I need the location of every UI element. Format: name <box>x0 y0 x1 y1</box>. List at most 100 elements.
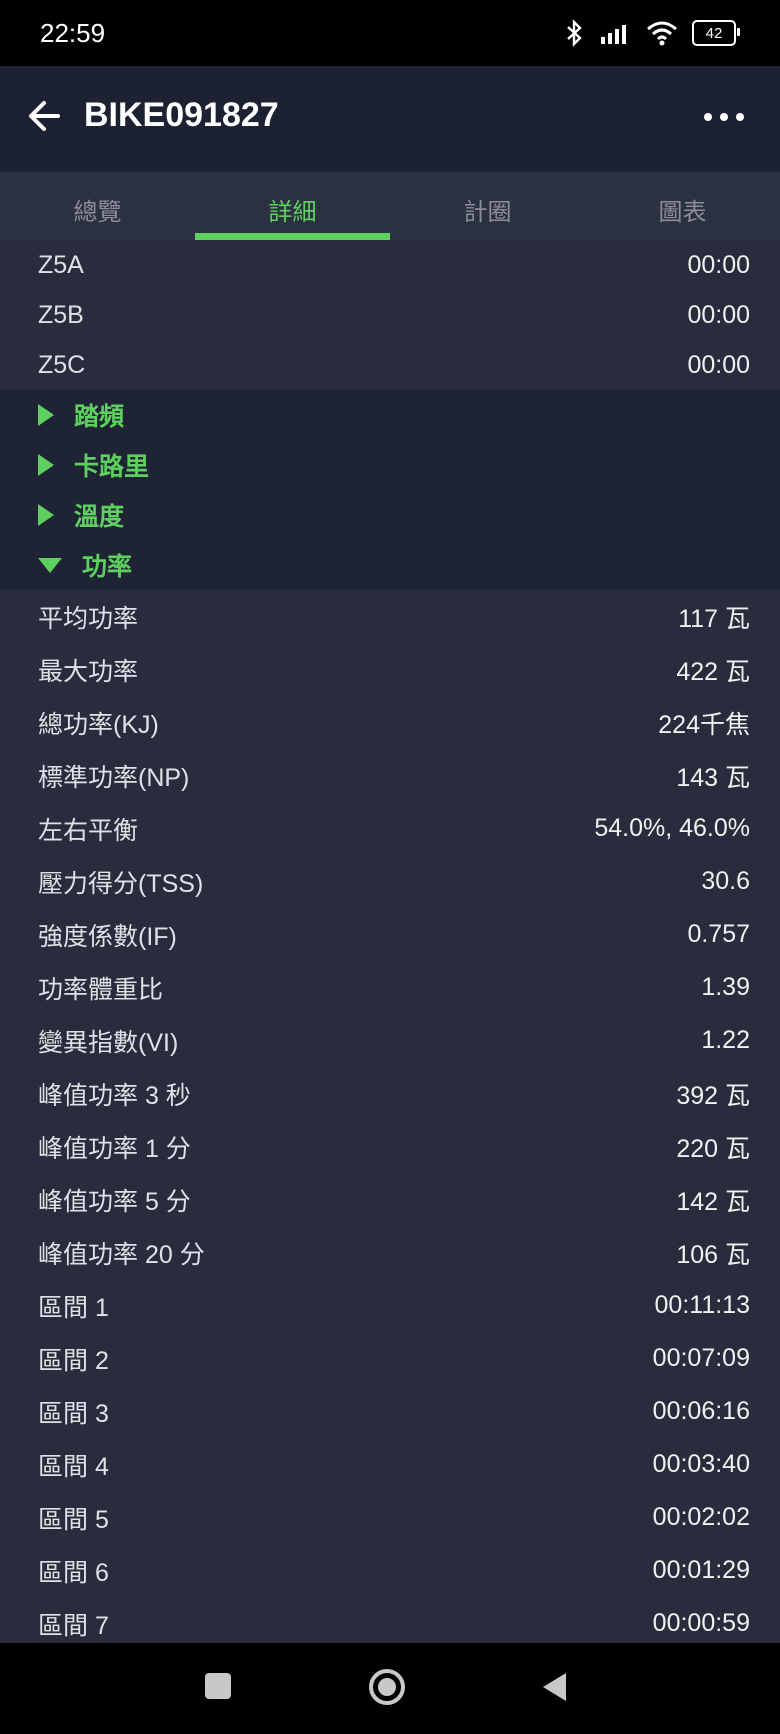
metric-value: 00:07:09 <box>652 1344 750 1372</box>
list-item: 總功率(KJ) 224千焦 <box>0 696 780 749</box>
status-time: 22:59 <box>40 18 106 48</box>
metric-label: 峰值功率 1 分 <box>38 1134 191 1163</box>
metric-value: 30.6 <box>701 867 750 895</box>
metric-label: 峰值功率 3 秒 <box>38 1081 191 1110</box>
metric-label: 功率體重比 <box>38 975 164 1004</box>
zone-value: 00:00 <box>687 250 750 279</box>
status-bar: 22:59 42 <box>0 0 780 66</box>
metric-label: 區間 1 <box>38 1293 109 1322</box>
collapse-arrow-icon <box>38 557 62 573</box>
expand-arrow-icon <box>38 504 54 526</box>
metric-value: 220 瓦 <box>676 1134 750 1163</box>
zone-value: 00:00 <box>687 350 750 379</box>
metric-value: 00:03:40 <box>652 1450 750 1478</box>
tab-details[interactable]: 詳細 <box>195 172 390 240</box>
metric-value: 1.39 <box>701 973 750 1001</box>
metric-label: 標準功率(NP) <box>38 763 190 792</box>
list-item: 強度係數(IF) 0.757 <box>0 908 780 961</box>
square-icon[interactable] <box>203 1671 233 1701</box>
section-headers: 踏頻 卡路里 溫度 功率 <box>0 390 780 590</box>
tab-laps[interactable]: 計圈 <box>390 172 585 240</box>
metric-value: 106 瓦 <box>676 1240 750 1269</box>
expand-arrow-icon <box>38 454 54 476</box>
metric-label: 峰值功率 5 分 <box>38 1187 191 1216</box>
list-item: 變異指數(VI) 1.22 <box>0 1014 780 1067</box>
section-label: 溫度 <box>74 503 125 531</box>
status-icons: 42 <box>564 18 740 48</box>
app-bar: BIKE091827 <box>0 66 780 172</box>
list-item: 最大功率 422 瓦 <box>0 643 780 696</box>
metric-value: 00:11:13 <box>654 1291 750 1319</box>
metric-value: 1.22 <box>701 1026 750 1054</box>
metric-label: 區間 4 <box>38 1452 109 1481</box>
section-header-temperature[interactable]: 溫度 <box>0 490 780 540</box>
metric-label: 平均功率 <box>38 604 139 633</box>
system-nav-bar <box>0 1643 780 1734</box>
list-item: 區間 3 00:06:16 <box>0 1385 780 1438</box>
metric-label: 變異指數(VI) <box>38 1028 179 1057</box>
list-item: 區間 4 00:03:40 <box>0 1438 780 1491</box>
list-item: 區間 2 00:07:09 <box>0 1332 780 1385</box>
metric-label: 區間 6 <box>38 1558 109 1587</box>
triangle-back-icon[interactable] <box>540 1671 570 1703</box>
battery-icon: 42 <box>692 20 740 46</box>
metric-value: 00:02:02 <box>652 1503 750 1531</box>
details-list: Z5A 00:00 Z5B 00:00 Z5C 00:00 踏頻 卡路里 溫度 … <box>0 240 780 1650</box>
metric-label: 強度係數(IF) <box>38 922 177 951</box>
power-list: 平均功率 117 瓦最大功率 422 瓦總功率(KJ) 224千焦標準功率(NP) 14… <box>0 590 780 1650</box>
section-label: 卡路里 <box>74 453 150 481</box>
list-item: 區間 6 00:01:29 <box>0 1544 780 1597</box>
more-horizontal-icon[interactable] <box>704 102 744 132</box>
metric-label: 峰值功率 20 分 <box>38 1240 205 1269</box>
section-header-cadence[interactable]: 踏頻 <box>0 390 780 440</box>
metric-label: 壓力得分(TSS) <box>38 869 204 898</box>
metric-label: 最大功率 <box>38 657 139 686</box>
metric-value: 392 瓦 <box>676 1081 750 1110</box>
metric-value: 00:06:16 <box>652 1397 750 1425</box>
list-item: 左右平衡 54.0%, 46.0% <box>0 802 780 855</box>
metric-value: 143 瓦 <box>676 763 750 792</box>
tab-overview[interactable]: 總覽 <box>0 172 195 240</box>
metric-value: 54.0%, 46.0% <box>594 814 750 842</box>
section-header-calories[interactable]: 卡路里 <box>0 440 780 490</box>
wifi-icon <box>647 21 677 46</box>
section-label: 功率 <box>82 553 133 581</box>
metric-value: 142 瓦 <box>676 1187 750 1216</box>
zone-label: Z5A <box>38 250 84 279</box>
section-label: 踏頻 <box>74 403 125 431</box>
zone-value: 00:00 <box>687 300 750 329</box>
metric-value: 117 瓦 <box>678 604 750 633</box>
signal-icon <box>601 25 626 44</box>
list-item: 峰值功率 5 分 142 瓦 <box>0 1173 780 1226</box>
expand-arrow-icon <box>38 404 54 426</box>
tab-bar: 總覽 詳細 計圈 圖表 <box>0 172 780 240</box>
list-item: 峰值功率 20 分 106 瓦 <box>0 1226 780 1279</box>
metric-value: 422 瓦 <box>676 657 750 686</box>
page-title: BIKE091827 <box>84 96 279 134</box>
list-item: 壓力得分(TSS) 30.6 <box>0 855 780 908</box>
metric-value: 224千焦 <box>658 710 750 739</box>
metric-value: 00:00:59 <box>652 1609 750 1637</box>
tab-charts[interactable]: 圖表 <box>585 172 780 240</box>
metric-value: 00:01:29 <box>652 1556 750 1584</box>
bluetooth-icon <box>567 19 582 47</box>
list-item: 平均功率 117 瓦 <box>0 590 780 643</box>
zone-label: Z5C <box>38 350 86 379</box>
list-item: 功率體重比 1.39 <box>0 961 780 1014</box>
circle-icon[interactable] <box>367 1667 407 1707</box>
metric-label: 總功率(KJ) <box>38 710 159 739</box>
list-item: 峰值功率 1 分 220 瓦 <box>0 1120 780 1173</box>
list-item: Z5B 00:00 <box>0 290 780 340</box>
metric-value: 0.757 <box>687 920 750 948</box>
arrow-left-icon[interactable] <box>24 96 64 136</box>
list-item: 區間 5 00:02:02 <box>0 1491 780 1544</box>
list-item: Z5A 00:00 <box>0 240 780 290</box>
metric-label: 區間 7 <box>38 1611 109 1640</box>
section-header-power[interactable]: 功率 <box>0 540 780 590</box>
metric-label: 區間 5 <box>38 1505 109 1534</box>
zone-label: Z5B <box>38 300 84 329</box>
metric-label: 左右平衡 <box>38 816 139 845</box>
metric-label: 區間 2 <box>38 1346 109 1375</box>
list-item: 區間 1 00:11:13 <box>0 1279 780 1332</box>
list-item: 標準功率(NP) 143 瓦 <box>0 749 780 802</box>
